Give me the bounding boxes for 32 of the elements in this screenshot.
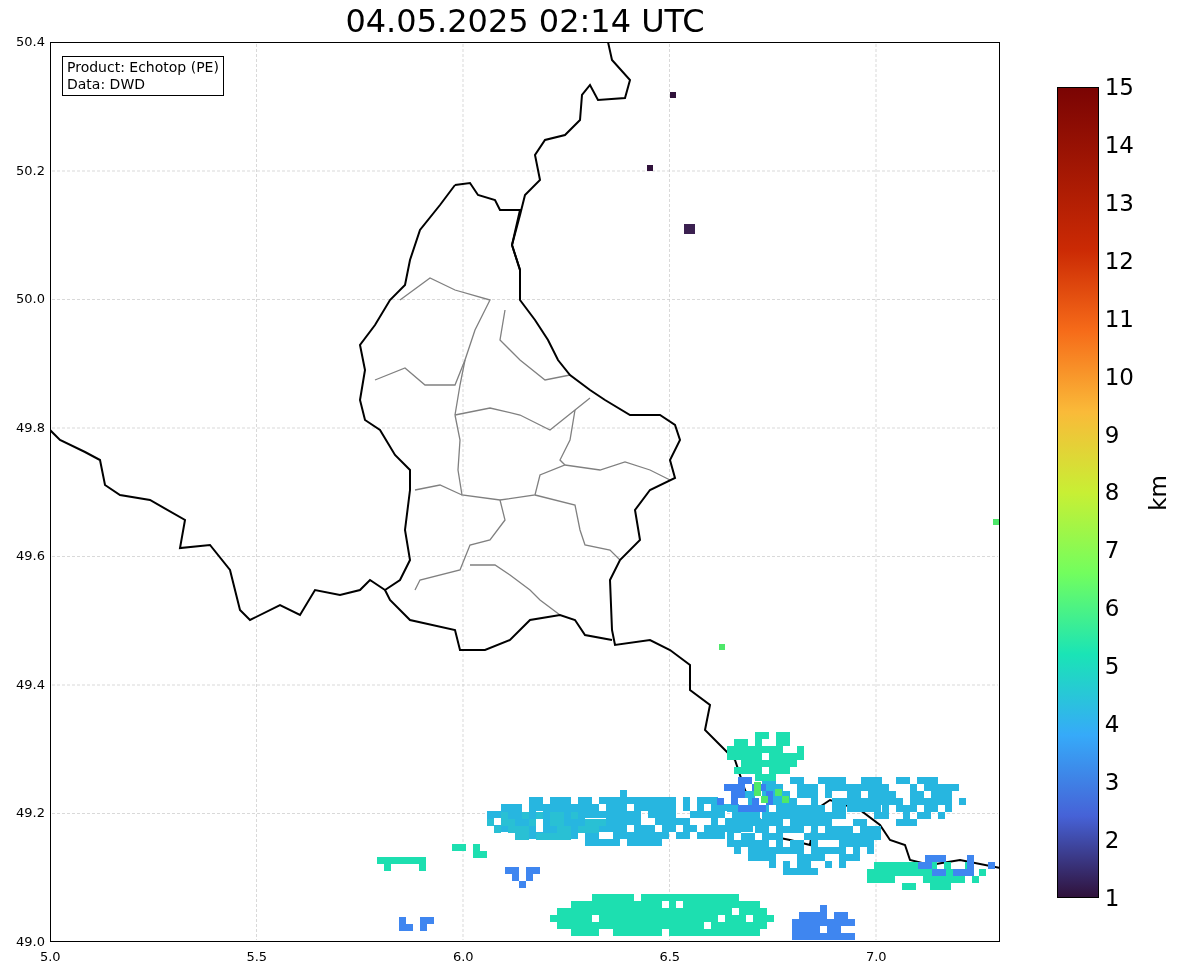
y-tick-label: 50.0	[16, 291, 45, 308]
info-text: Product: Echotop (PE)	[67, 59, 219, 76]
chart-title: 04.05.2025 02:14 UTC	[345, 1, 705, 42]
colorbar-tick-label: 13	[1104, 188, 1134, 217]
info-text: Data: DWD	[67, 76, 146, 93]
y-tick-label: 49.2	[16, 805, 45, 822]
y-tick-label: 49.0	[16, 933, 45, 950]
colorbar-tick-label: 2	[1104, 826, 1121, 854]
colorbar-tick-label: 11	[1104, 304, 1134, 333]
x-tick-label: 5.5	[246, 949, 268, 965]
colorbar-tick-label: 4	[1104, 710, 1121, 739]
colorbar-tick-label: 10	[1104, 362, 1134, 391]
colorbar-tick-label: 9	[1104, 420, 1121, 449]
colorbar-tick-label: 15	[1104, 73, 1134, 101]
colorbar-tick-label: 1	[1104, 883, 1121, 912]
colorbar-tick-label: 14	[1104, 130, 1134, 159]
y-tick-label: 49.4	[16, 676, 45, 693]
colorbar-tick-label: 5	[1104, 652, 1121, 681]
x-tick-label: 5.0	[39, 949, 61, 965]
y-tick-label: 49.6	[16, 548, 45, 565]
colorbar-tick-label: 6	[1104, 594, 1121, 623]
x-tick-label: 6.5	[659, 949, 681, 965]
y-tick-label: 50.4	[16, 34, 45, 50]
colorbar-tick-label: 8	[1104, 478, 1121, 507]
x-tick-label: 7.0	[865, 949, 887, 965]
colorbar-tick-label: 7	[1104, 536, 1121, 565]
x-tick-label: 6.0	[452, 949, 474, 965]
y-tick-label: 50.2	[16, 162, 45, 179]
colorbar-unit-label: km	[1145, 474, 1171, 511]
colorbar-tick-label: 3	[1104, 768, 1121, 797]
y-tick-label: 49.8	[16, 419, 45, 436]
colorbar-tick-label: 12	[1104, 246, 1134, 275]
